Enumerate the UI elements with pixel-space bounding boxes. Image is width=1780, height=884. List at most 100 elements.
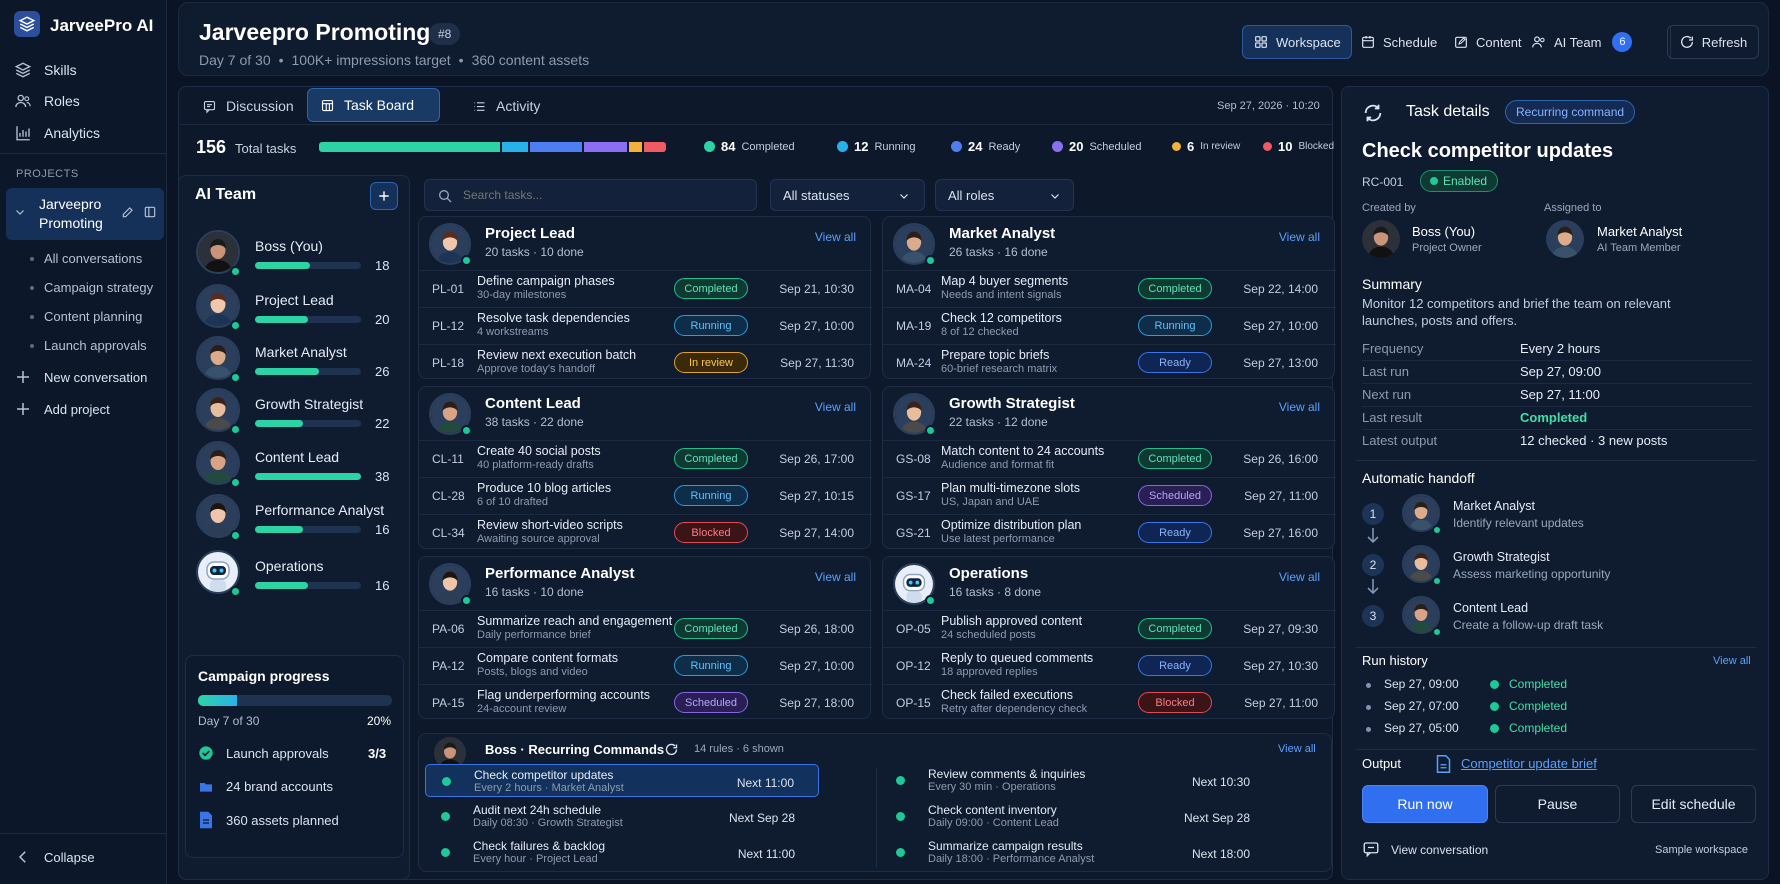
nav-analytics[interactable]: Analytics bbox=[14, 121, 100, 145]
role-view-all-link[interactable]: View all bbox=[1279, 230, 1320, 244]
task-row[interactable]: PL-01 Define campaign phases 30-day milest… bbox=[419, 270, 872, 303]
nav-skills[interactable]: Skills bbox=[14, 58, 77, 82]
member-task-count: 16 bbox=[375, 522, 390, 537]
member-task-count: 26 bbox=[375, 364, 390, 379]
recurring-view-all-link[interactable]: View all bbox=[1278, 743, 1316, 755]
task-row[interactable]: MA-04 Map 4 buyer segments Needs and inten… bbox=[883, 270, 1336, 303]
add-project-button[interactable]: Add project bbox=[14, 397, 110, 421]
tab-discussion[interactable]: Discussion bbox=[190, 90, 306, 122]
task-row[interactable]: GS-17 Plan multi-timezone slots US, Japan … bbox=[883, 477, 1336, 510]
task-row[interactable]: PA-15 Flag underperforming accounts 24-acc… bbox=[419, 684, 872, 717]
status-badge: Scheduled bbox=[674, 692, 748, 713]
task-description: Needs and intent signals bbox=[941, 289, 1062, 301]
output-link[interactable]: Competitor update brief bbox=[1461, 756, 1597, 771]
task-row[interactable]: OP-15 Check failed executions Retry after … bbox=[883, 684, 1336, 717]
role-card: Growth Strategist 22 tasks · 12 done View … bbox=[882, 386, 1336, 549]
nav-roles[interactable]: Roles bbox=[14, 89, 80, 113]
task-date: Sep 26, 17:00 bbox=[779, 452, 854, 466]
schedule-button[interactable]: Schedule bbox=[1350, 25, 1447, 59]
task-row[interactable]: PA-12 Compare content formats Posts, blogs… bbox=[419, 647, 872, 680]
sync-icon[interactable] bbox=[1362, 102, 1384, 124]
task-row[interactable]: OP-12 Reply to queued comments 18 approved… bbox=[883, 647, 1336, 680]
recurring-command-row[interactable]: Check competitor updates Every 2 hours · … bbox=[425, 764, 819, 797]
online-status-dot bbox=[1432, 525, 1442, 535]
task-row[interactable]: CL-28 Produce 10 blog articles 6 of 10 dra… bbox=[419, 477, 872, 510]
role-title: Market Analyst bbox=[949, 225, 1056, 242]
task-row[interactable]: CL-34 Review short-video scripts Awaiting … bbox=[419, 514, 872, 547]
assignee-name: Market Analyst bbox=[1597, 224, 1683, 239]
sub-item-launch-approvals[interactable]: Launch approvals bbox=[44, 338, 147, 353]
sub-item-all-conversations[interactable]: All conversations bbox=[44, 251, 142, 266]
search-box[interactable] bbox=[424, 179, 757, 211]
run-now-button[interactable]: Run now bbox=[1362, 785, 1488, 823]
recurring-command-row[interactable]: Review comments & inquiries Every 30 min … bbox=[880, 764, 1274, 797]
status-filter-select[interactable]: All statuses bbox=[770, 179, 925, 211]
team-member[interactable]: Content Lead 38 bbox=[196, 433, 390, 488]
panel-icon[interactable] bbox=[143, 205, 157, 219]
roles-filter-select[interactable]: All roles bbox=[935, 179, 1074, 211]
task-name: Resolve task dependencies bbox=[477, 311, 630, 325]
task-row[interactable]: PL-18 Review next execution batch Approve … bbox=[419, 344, 872, 377]
project-item-active[interactable]: Jarveepro Promoting bbox=[6, 188, 164, 240]
role-view-all-link[interactable]: View all bbox=[815, 570, 856, 584]
task-id: GS-08 bbox=[896, 452, 931, 466]
online-status-dot bbox=[461, 595, 472, 606]
collapse-button[interactable]: Collapse bbox=[14, 845, 95, 869]
assignee-avatar bbox=[1546, 220, 1584, 258]
refresh-button[interactable]: Refresh bbox=[1667, 25, 1759, 59]
team-member[interactable]: Market Analyst 26 bbox=[196, 328, 390, 383]
pause-button[interactable]: Pause bbox=[1495, 785, 1620, 823]
task-date: Sep 21, 10:30 bbox=[779, 282, 854, 296]
role-view-all-link[interactable]: View all bbox=[815, 400, 856, 414]
task-row[interactable]: MA-24 Prepare topic briefs 60-brief resear… bbox=[883, 344, 1336, 377]
ai-team-button[interactable]: AI Team 6 bbox=[1521, 25, 1642, 59]
task-row[interactable]: OP-05 Publish approved content 24 schedule… bbox=[883, 610, 1336, 643]
task-row[interactable]: CL-11 Create 40 social posts 40 platform-r… bbox=[419, 440, 872, 473]
role-view-all-link[interactable]: View all bbox=[1279, 570, 1320, 584]
sub-item-content-planning[interactable]: Content planning bbox=[44, 309, 142, 324]
recurring-command-row[interactable]: Check failures & backlog Every hour · Pro… bbox=[425, 836, 819, 869]
recurring-command-row[interactable]: Summarize campaign results Daily 18:00 · … bbox=[880, 836, 1274, 869]
command-name: Check failures & backlog bbox=[473, 839, 606, 853]
search-input[interactable] bbox=[463, 185, 743, 205]
legend-label: Completed bbox=[741, 140, 795, 153]
team-member[interactable]: Boss (You) 18 bbox=[196, 222, 390, 277]
refresh-icon[interactable] bbox=[664, 742, 679, 757]
task-row[interactable]: GS-08 Match content to 24 accounts Audienc… bbox=[883, 440, 1336, 473]
edit-schedule-button[interactable]: Edit schedule bbox=[1631, 785, 1756, 823]
team-member[interactable]: Project Lead 20 bbox=[196, 276, 390, 331]
recurring-command-row[interactable]: Audit next 24h schedule Daily 08:30 · Gro… bbox=[425, 800, 819, 833]
sub-item-campaign-strategy[interactable]: Campaign strategy bbox=[44, 280, 153, 295]
role-view-all-link[interactable]: View all bbox=[1279, 400, 1320, 414]
team-member[interactable]: Growth Strategist 22 bbox=[196, 380, 390, 435]
status-badge: Completed bbox=[1138, 278, 1212, 299]
content-button[interactable]: Content bbox=[1443, 25, 1532, 59]
history-view-all-link[interactable]: View all bbox=[1713, 655, 1751, 667]
recurring-command-row[interactable]: Check content inventory Daily 09:00 · Con… bbox=[880, 800, 1274, 833]
task-row[interactable]: MA-19 Check 12 competitors 8 of 12 checked… bbox=[883, 307, 1336, 340]
campaign-item-label: 24 brand accounts bbox=[226, 779, 333, 794]
command-schedule: Daily 09:00 · Content Lead bbox=[928, 817, 1059, 829]
workspace-button[interactable]: Workspace bbox=[1242, 25, 1352, 59]
task-description: Retry after dependency check bbox=[941, 703, 1088, 715]
team-member[interactable]: Performance Analyst 16 bbox=[196, 486, 390, 541]
status-badge: Completed bbox=[1138, 618, 1212, 639]
task-row[interactable]: GS-21 Optimize distribution plan Use lates… bbox=[883, 514, 1336, 547]
role-view-all-link[interactable]: View all bbox=[815, 230, 856, 244]
meta-sep: • bbox=[278, 52, 284, 68]
view-conversation-link[interactable]: View conversation bbox=[1391, 843, 1488, 857]
team-member[interactable]: Operations 16 bbox=[196, 542, 390, 597]
tab-activity[interactable]: Activity bbox=[460, 90, 552, 122]
add-member-button[interactable] bbox=[370, 182, 398, 210]
status-dot bbox=[896, 812, 905, 821]
divider bbox=[1356, 460, 1756, 461]
member-progress-fill bbox=[255, 262, 311, 269]
new-conversation-button[interactable]: New conversation bbox=[14, 365, 147, 389]
edit-icon[interactable] bbox=[121, 205, 135, 219]
task-row[interactable]: PL-12 Resolve task dependencies 4 workstre… bbox=[419, 307, 872, 340]
tab-task-board[interactable]: Task Board bbox=[307, 88, 440, 122]
task-name: Check failed executions bbox=[941, 688, 1074, 702]
member-progress-bar bbox=[255, 473, 361, 480]
task-row[interactable]: PA-06 Summarize reach and engagement Daily… bbox=[419, 610, 872, 643]
chevron-down-icon bbox=[1049, 190, 1061, 202]
